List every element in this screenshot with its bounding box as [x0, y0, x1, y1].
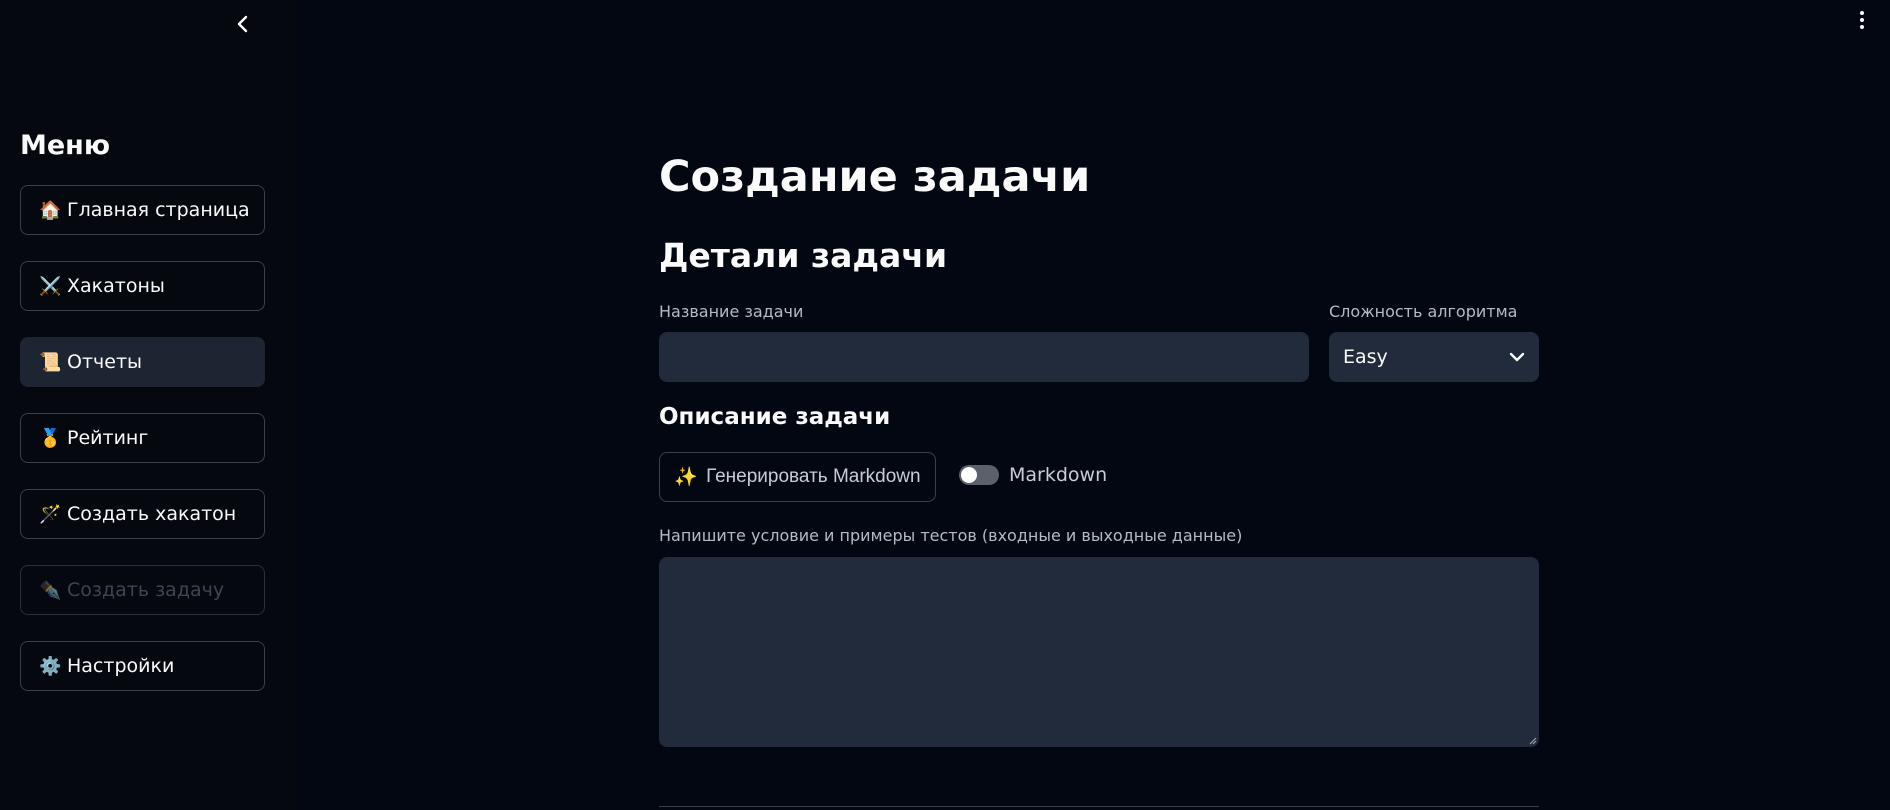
sidebar-item-home[interactable]: 🏠 Главная страница [20, 185, 265, 235]
markdown-toggle[interactable]: Markdown [959, 464, 1107, 486]
scroll-icon: 📜 [39, 351, 62, 373]
kebab-dot [1860, 11, 1864, 15]
sidebar-item-label: Отчеты [67, 351, 143, 373]
markdown-toggle-label: Markdown [1009, 464, 1108, 486]
chevron-left-icon [237, 15, 248, 33]
condition-textarea[interactable] [659, 557, 1539, 747]
sidebar-item-create-task[interactable]: ✒️ Создать задачу [20, 565, 265, 615]
kebab-dot [1860, 18, 1864, 22]
generate-markdown-button[interactable]: ✨ Генерировать Markdown [659, 452, 936, 502]
crossed-swords-icon: ⚔️ [39, 275, 62, 297]
task-name-input[interactable] [659, 332, 1309, 382]
section-divider [659, 806, 1539, 807]
gear-icon: ⚙️ [39, 655, 62, 677]
toggle-knob [961, 467, 977, 483]
sidebar-item-label: Настройки [67, 655, 175, 677]
collapse-sidebar-button[interactable] [230, 8, 256, 40]
sidebar-item-label: Рейтинг [67, 427, 149, 449]
house-icon: 🏠 [39, 199, 62, 221]
description-heading: Описание задачи [659, 404, 891, 430]
sidebar-item-label: Главная страница [67, 199, 250, 221]
page-title: Создание задачи [659, 152, 1091, 202]
resize-grip-icon[interactable] [1527, 735, 1537, 745]
sidebar-item-reports[interactable]: 📜 Отчеты [20, 337, 265, 387]
sidebar-item-label: Создать хакатон [67, 503, 237, 525]
task-name-label: Название задачи [659, 302, 804, 321]
sidebar-item-label: Создать задачу [67, 579, 225, 601]
sidebar-item-settings[interactable]: ⚙️ Настройки [20, 641, 265, 691]
toggle-switch[interactable] [959, 465, 999, 485]
generate-markdown-label: Генерировать Markdown [706, 466, 921, 487]
app-root: Меню 🏠 Главная страница ⚔️ Хакатоны 📜 От… [0, 0, 1890, 810]
sidebar-item-rating[interactable]: 🥇 Рейтинг [20, 413, 265, 463]
sidebar-nav: 🏠 Главная страница ⚔️ Хакатоны 📜 Отчеты … [20, 185, 265, 717]
complexity-selected-value: Easy [1343, 346, 1388, 368]
chevron-down-icon [1509, 352, 1525, 362]
sidebar-item-hackathons[interactable]: ⚔️ Хакатоны [20, 261, 265, 311]
sidebar: Меню 🏠 Главная страница ⚔️ Хакатоны 📜 От… [0, 0, 295, 810]
sidebar-item-create-hackathon[interactable]: 🪄 Создать хакатон [20, 489, 265, 539]
sidebar-item-label: Хакатоны [67, 275, 165, 297]
magic-wand-icon: 🪄 [39, 503, 62, 525]
complexity-select[interactable]: Easy [1329, 332, 1539, 382]
pen-nib-icon: ✒️ [39, 579, 62, 601]
details-heading: Детали задачи [659, 236, 948, 275]
sparkles-icon: ✨ [674, 467, 699, 488]
kebab-dot [1860, 25, 1864, 29]
condition-label: Напишите условие и примеры тестов (входн… [659, 526, 1243, 545]
complexity-label: Сложность алгоритма [1329, 302, 1518, 321]
main-menu-button[interactable] [1852, 8, 1872, 32]
menu-title: Меню [20, 130, 111, 161]
medal-icon: 🥇 [39, 427, 62, 449]
